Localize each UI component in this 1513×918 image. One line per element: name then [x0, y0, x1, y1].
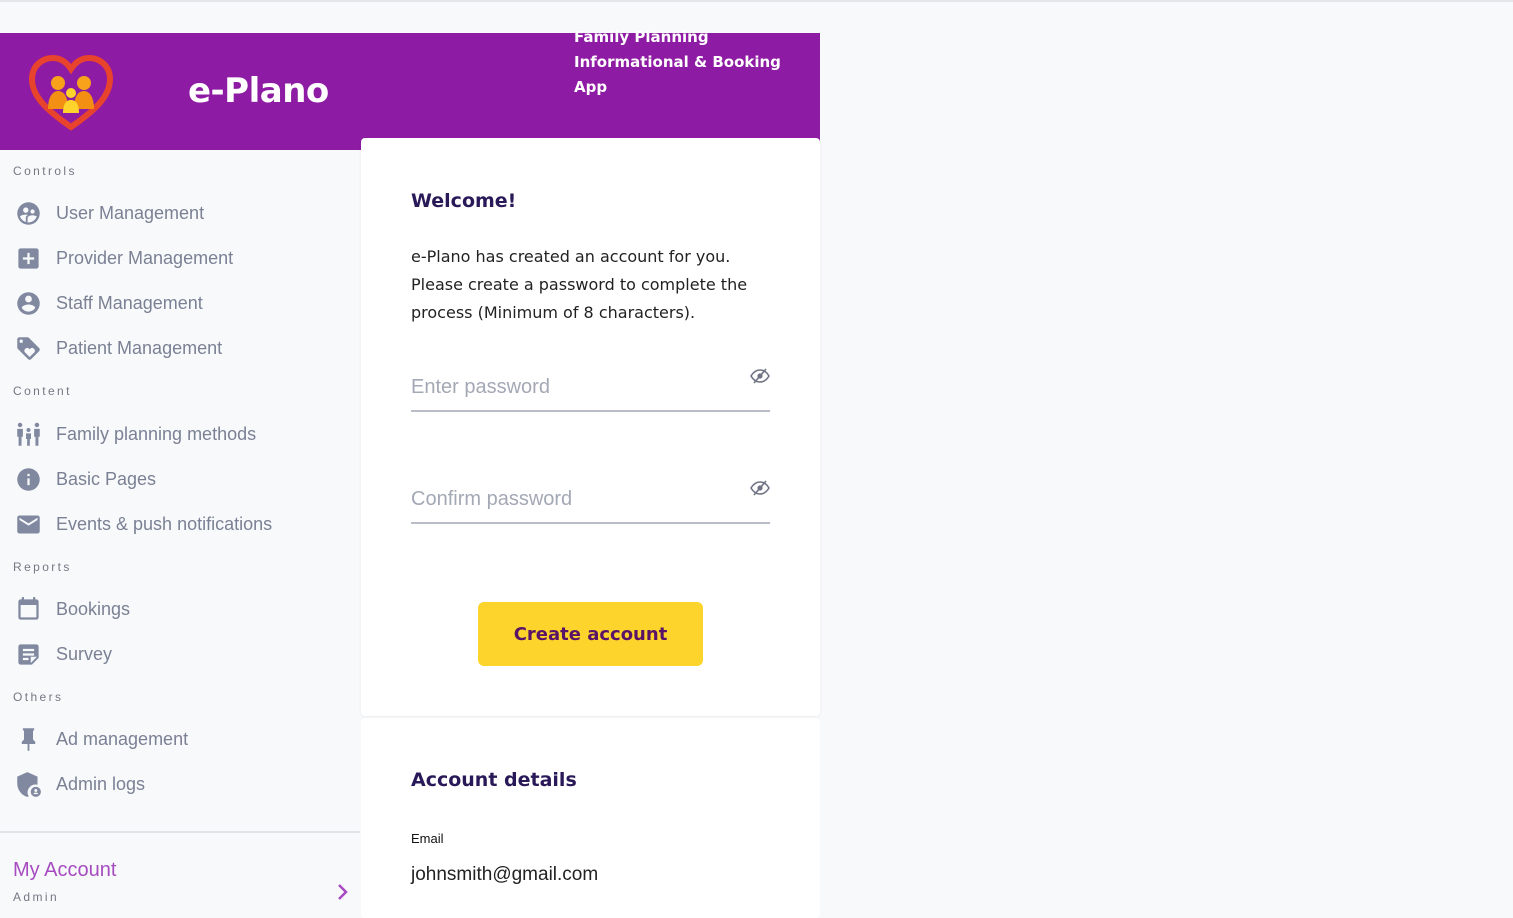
sidebar-item-basic-pages[interactable]: Basic Pages	[14, 463, 156, 495]
sidebar-item-label: Events & push notifications	[56, 513, 273, 534]
app-title: e-Plano	[188, 71, 329, 111]
sidebar-item-bookings[interactable]: Bookings	[14, 593, 130, 625]
eye-off-icon[interactable]	[750, 368, 770, 384]
sidebar-item-label: Ad management	[56, 728, 189, 749]
plus-box-icon	[14, 244, 43, 273]
sidebar-item-staff-management[interactable]: Staff Management	[14, 287, 203, 319]
chevron-right-icon[interactable]	[334, 881, 352, 903]
sidebar-item-ad-management[interactable]: Ad management	[14, 723, 188, 755]
create-account-button[interactable]: Create account	[478, 602, 703, 666]
sidebar-item-label: Admin logs	[56, 773, 146, 794]
section-title-content: Content	[13, 384, 72, 398]
sidebar-item-user-management[interactable]: User Management	[14, 197, 204, 229]
info-icon	[14, 465, 43, 494]
account-circle-icon	[14, 289, 43, 318]
sidebar-item-label: Bookings	[56, 598, 131, 619]
section-title-others: Others	[13, 690, 64, 704]
account-role: Admin	[13, 890, 60, 904]
sidebar-item-label: Provider Management	[56, 247, 234, 268]
logo-icon	[28, 55, 114, 131]
sidebar-item-label: Family planning methods	[56, 423, 257, 444]
app-header: e-Plano Family Planning Informational & …	[0, 28, 820, 150]
sidebar-item-patient-management[interactable]: Patient Management	[14, 332, 222, 364]
confirm-password-input[interactable]	[411, 482, 731, 516]
eye-off-icon[interactable]	[750, 480, 770, 496]
sidebar-item-label: Staff Management	[56, 292, 203, 313]
account-details-card: Account details Email johnsmith@gmail.co…	[361, 718, 820, 918]
pin-icon	[14, 725, 43, 754]
mail-icon	[14, 510, 43, 539]
sidebar-item-label: Patient Management	[56, 337, 223, 358]
welcome-heading: Welcome!	[411, 190, 517, 212]
sidebar: Controls User Management Provider Manage…	[0, 150, 360, 904]
app-tagline: Family Planning Informational & Booking …	[574, 28, 781, 96]
sidebar-item-label: Basic Pages	[56, 468, 157, 489]
sidebar-item-survey[interactable]: Survey	[14, 638, 112, 670]
calendar-icon	[14, 595, 43, 624]
email-label: Email	[411, 831, 444, 846]
password-input[interactable]	[411, 370, 731, 404]
account-details-heading: Account details	[411, 769, 577, 791]
users-icon	[14, 199, 43, 228]
password-field	[411, 364, 770, 412]
sidebar-item-label: User Management	[56, 202, 205, 223]
sidebar-divider	[0, 831, 360, 833]
sidebar-item-events-notifications[interactable]: Events & push notifications	[14, 508, 272, 540]
email-value: johnsmith@gmail.com	[411, 864, 599, 885]
sidebar-item-family-planning-methods[interactable]: Family planning methods	[14, 418, 256, 450]
tag-heart-icon	[14, 334, 43, 363]
family-icon	[14, 420, 43, 449]
shield-account-icon	[14, 770, 43, 799]
top-border	[0, 0, 1513, 2]
welcome-card: Welcome! e-Plano has created an account …	[361, 138, 820, 716]
welcome-message: e-Plano has created an account for you. …	[411, 247, 748, 322]
form-icon	[14, 640, 43, 669]
my-account-link[interactable]: My Account	[13, 859, 116, 882]
confirm-password-field	[411, 476, 770, 524]
sidebar-item-admin-logs[interactable]: Admin logs	[14, 768, 145, 800]
sidebar-item-label: Survey	[56, 643, 113, 664]
sidebar-item-provider-management[interactable]: Provider Management	[14, 242, 233, 274]
section-title-reports: Reports	[13, 560, 72, 574]
section-title-controls: Controls	[13, 164, 77, 178]
